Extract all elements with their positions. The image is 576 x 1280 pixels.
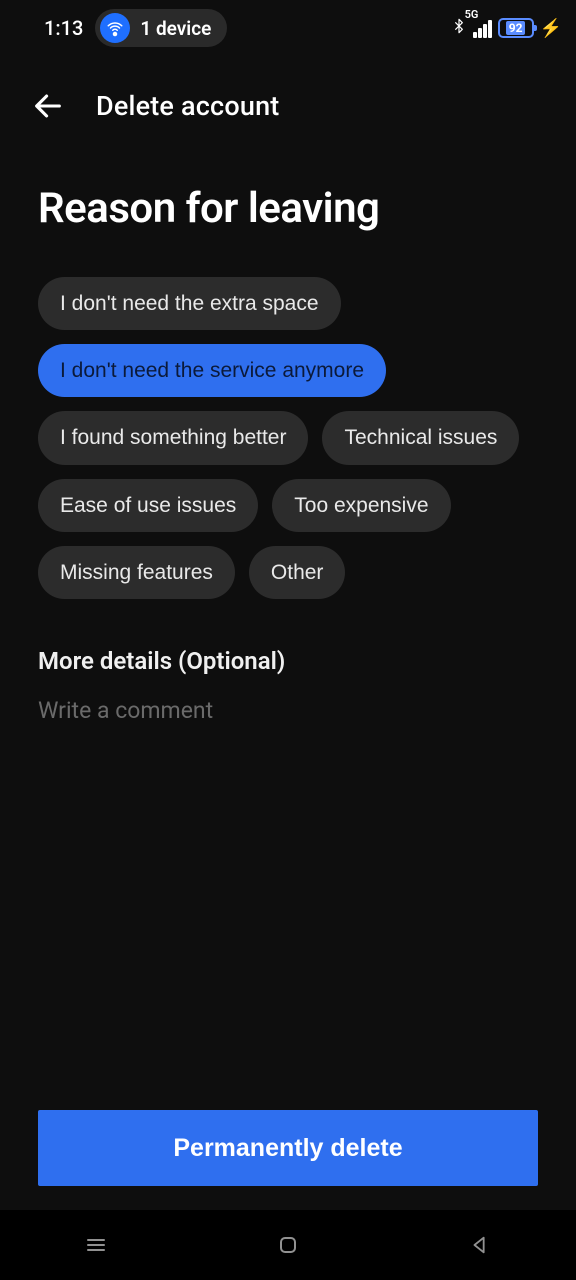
reason-chip[interactable]: Missing features [38, 546, 235, 599]
device-count-label: 1 device [140, 17, 211, 40]
recent-apps-button[interactable] [82, 1231, 110, 1259]
reason-chip[interactable]: I found something better [38, 411, 308, 464]
reason-chip[interactable]: I don't need the service anymore [38, 344, 386, 397]
main-content: Reason for leaving I don't need the extr… [0, 144, 576, 1110]
reason-chip[interactable]: Too expensive [272, 479, 450, 532]
permanently-delete-button[interactable]: Permanently delete [38, 1110, 538, 1186]
more-details-label: More details (Optional) [38, 647, 538, 675]
reason-chips: I don't need the extra space I don't need… [38, 277, 538, 599]
page-heading: Reason for leaving [38, 184, 538, 233]
arrow-left-icon [31, 89, 65, 123]
back-button[interactable] [28, 86, 68, 126]
header-title: Delete account [96, 90, 280, 122]
status-right: 5G 92 ⚡ [451, 16, 562, 41]
charging-icon: ⚡ [540, 18, 562, 39]
battery-indicator: 92 [498, 18, 534, 38]
back-nav-button[interactable] [466, 1231, 494, 1259]
reason-chip[interactable]: Technical issues [322, 411, 519, 464]
footer: Permanently delete [0, 1110, 576, 1210]
system-nav-bar [0, 1210, 576, 1280]
status-bar: 1:13 1 device 5G 92 ⚡ [0, 0, 576, 56]
device-pill[interactable]: 1 device [95, 9, 227, 47]
status-left: 1:13 1 device [44, 9, 227, 47]
comment-input[interactable] [38, 697, 538, 817]
reason-chip[interactable]: Other [249, 546, 346, 599]
signal-icon: 5G [473, 18, 492, 38]
status-time: 1:13 [44, 16, 83, 40]
wifi-cast-icon [100, 13, 130, 43]
home-button[interactable] [274, 1231, 302, 1259]
battery-percent: 92 [506, 21, 526, 35]
network-label: 5G [465, 8, 479, 21]
reason-chip[interactable]: Ease of use issues [38, 479, 258, 532]
reason-chip[interactable]: I don't need the extra space [38, 277, 341, 330]
app-header: Delete account [0, 56, 576, 144]
